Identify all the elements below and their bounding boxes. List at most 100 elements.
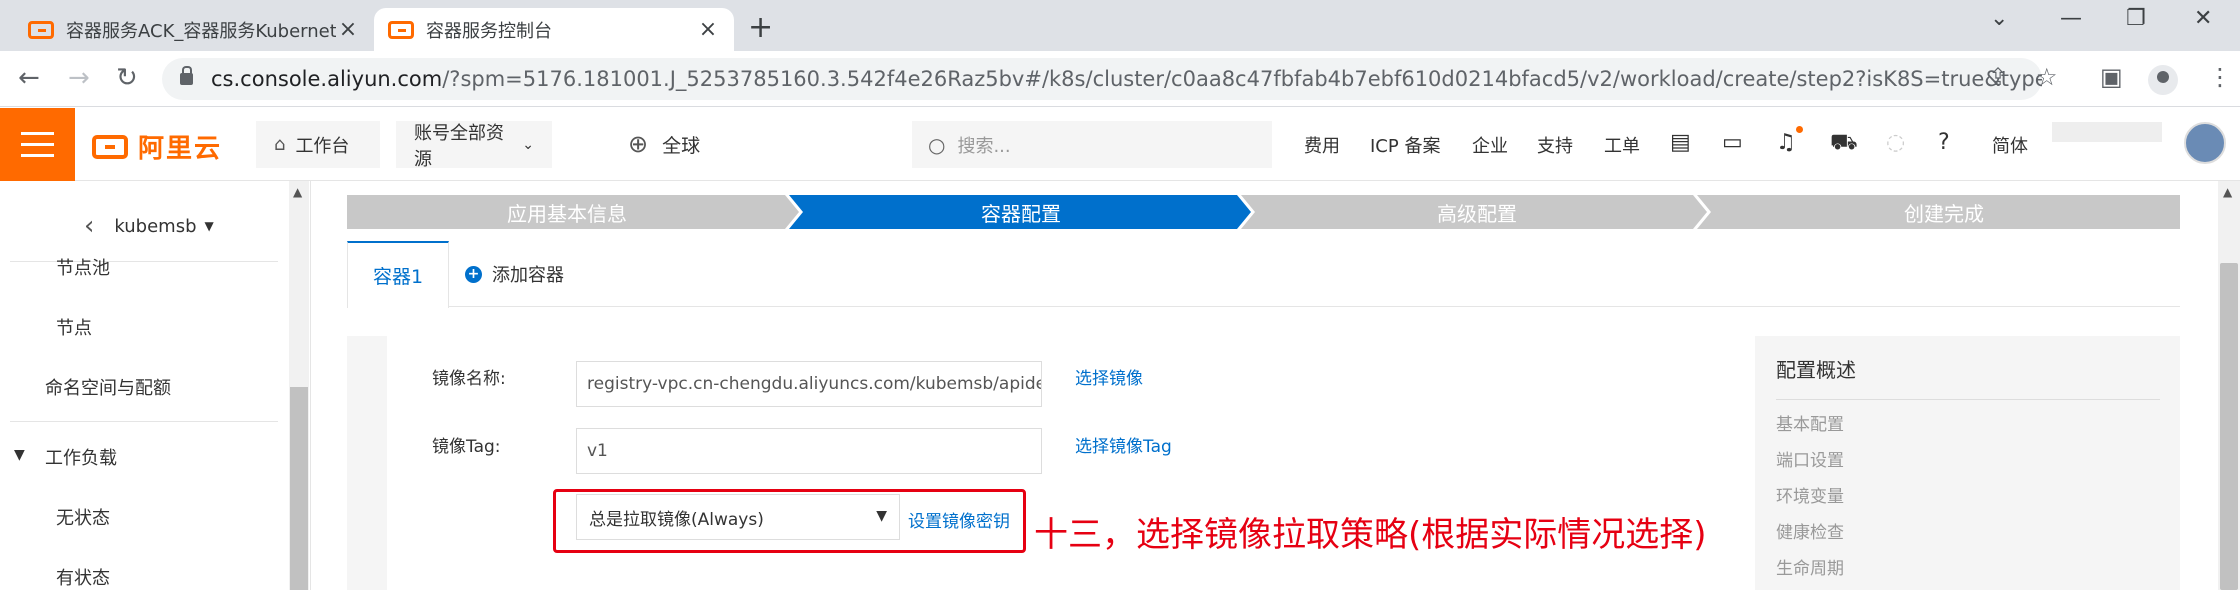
terminal-icon[interactable]: ▭ <box>1722 130 1743 155</box>
browser-tab-strip: 容器服务ACK_容器服务Kubernetes × 容器服务控制台 × + ⌄ —… <box>0 0 2240 51</box>
aliyun-logo[interactable]: 阿里云 <box>92 128 222 165</box>
aliyun-favicon-icon <box>28 20 54 39</box>
url-path: /?spm=5176.181001.J_5253785160.3.542f4e2… <box>442 67 2042 91</box>
browser-toolbar: ← → ↻ cs.console.aliyun.com /?spm=5176.1… <box>0 51 2240 107</box>
lock-icon[interactable] <box>180 66 194 85</box>
minimize-icon[interactable]: — <box>2060 6 2082 31</box>
lightbulb-icon[interactable]: ◌ <box>1886 130 1905 155</box>
close-window-icon[interactable]: ✕ <box>2194 6 2212 31</box>
cluster-switcher[interactable]: ‹ kubemsb ▼ <box>84 211 214 241</box>
sidebar-item-statefulsets[interactable]: 有状态 <box>56 564 110 590</box>
sidebar-divider <box>10 421 278 422</box>
aliyun-favicon-icon <box>388 20 414 39</box>
image-name-input[interactable]: registry-vpc.cn-chengdu.aliyuncs.com/kub… <box>576 361 1042 407</box>
select-image-link[interactable]: 选择镜像 <box>1075 364 1143 389</box>
summary-item-lifecycle[interactable]: 生命周期 <box>1776 554 1844 579</box>
account-name-blurred[interactable] <box>2052 122 2162 142</box>
app-icon[interactable]: ▤ <box>1670 130 1691 155</box>
image-tag-label: 镜像Tag: <box>432 437 501 457</box>
step-advanced-config: 高级配置 <box>1437 201 1517 226</box>
restore-icon[interactable]: ❐ <box>2126 6 2146 31</box>
caret-down-icon: ▼ <box>204 219 214 233</box>
summary-item-ports[interactable]: 端口设置 <box>1776 446 1844 471</box>
scroll-up-icon[interactable]: ▲ <box>2223 185 2232 199</box>
address-bar[interactable]: cs.console.aliyun.com /?spm=5176.181001.… <box>162 58 2042 100</box>
hamburger-menu-icon[interactable] <box>0 108 75 181</box>
reload-icon[interactable]: ↻ <box>116 63 138 93</box>
annotation-highlight-box <box>553 489 1026 553</box>
annotation-text: 十三，选择镜像拉取策略(根据实际情况选择) <box>1034 515 1707 555</box>
profile-icon[interactable] <box>2148 65 2178 95</box>
tab-title: 容器服务控制台 <box>426 20 552 42</box>
scrollbar-thumb[interactable] <box>290 387 308 590</box>
globe-icon: ⊕ <box>628 130 649 158</box>
sidebar-item-node-pool[interactable]: 节点池 <box>56 254 110 280</box>
close-tab-icon[interactable]: × <box>696 17 720 42</box>
forward-icon[interactable]: → <box>68 63 90 93</box>
tab-container-1[interactable]: 容器1 <box>347 241 449 308</box>
config-summary-panel: 配置概述 基本配置 端口设置 环境变量 健康检查 生命周期 <box>1755 336 2180 590</box>
sidebar: ‹ kubemsb ▼ 节点池 节点 命名空间与配额 ▼ 工作负载 无状态 有状… <box>0 181 311 590</box>
home-icon: ⌂ <box>274 134 286 155</box>
menu-dots-icon[interactable]: ⋮ <box>2208 63 2232 91</box>
bell-icon[interactable]: ♫ <box>1776 130 1796 155</box>
region-selector[interactable]: ⊕ 全球 <box>628 130 700 158</box>
scrollbar-thumb[interactable] <box>2220 263 2238 590</box>
search-icon: ○ <box>928 132 946 157</box>
nav-link-enterprise[interactable]: 企业 <box>1472 132 1508 158</box>
sidebar-scrollbar[interactable]: ▲ <box>289 181 309 590</box>
nav-link-icp[interactable]: ICP 备案 <box>1370 132 1440 158</box>
container-tabs: 容器1 + 添加容器 <box>347 241 2180 308</box>
tab-search-icon[interactable]: ⌄ <box>1990 6 2008 31</box>
add-container-label: 添加容器 <box>492 265 564 286</box>
workbench-button[interactable]: ⌂ 工作台 <box>256 121 380 168</box>
nav-link-support[interactable]: 支持 <box>1537 132 1573 158</box>
logo-text: 阿里云 <box>138 134 223 164</box>
collapse-caret-icon[interactable]: ▼ <box>14 447 25 463</box>
side-panel-icon[interactable]: ▣ <box>2100 63 2123 91</box>
image-tag-input[interactable]: v1 <box>576 428 1042 474</box>
resource-scope-dropdown[interactable]: 账号全部资源 ⌄ <box>396 121 552 170</box>
cluster-name: kubemsb <box>114 215 197 237</box>
nav-link-billing[interactable]: 费用 <box>1304 132 1340 158</box>
close-tab-icon[interactable]: × <box>336 17 360 42</box>
browser-tab-ack[interactable]: 容器服务ACK_容器服务Kubernetes × <box>14 8 374 51</box>
back-chevron-icon[interactable]: ‹ <box>84 211 94 241</box>
scroll-up-icon[interactable]: ▲ <box>293 185 302 199</box>
sidebar-divider <box>10 261 278 262</box>
chevron-down-icon: ⌄ <box>522 136 534 153</box>
workbench-label: 工作台 <box>295 135 350 157</box>
resource-scope-label: 账号全部资源 <box>414 122 504 170</box>
browser-tab-console[interactable]: 容器服务控制台 × <box>374 8 734 51</box>
aliyun-logo-icon <box>92 134 128 159</box>
url-host: cs.console.aliyun.com <box>211 67 443 91</box>
cart-icon[interactable]: ⛟ <box>1830 130 1858 158</box>
tab-title: 容器服务ACK_容器服务Kubernetes <box>66 20 336 42</box>
nav-link-ticket[interactable]: 工单 <box>1604 132 1640 158</box>
image-name-label: 镜像名称: <box>432 369 506 389</box>
share-icon[interactable]: ⇪ <box>1988 63 2008 91</box>
sidebar-item-namespaces[interactable]: 命名空间与配额 <box>45 374 171 400</box>
summary-item-health[interactable]: 健康检查 <box>1776 518 1844 543</box>
summary-title: 配置概述 <box>1776 358 1856 382</box>
help-icon[interactable]: ? <box>1938 130 1950 155</box>
bookmark-star-icon[interactable]: ☆ <box>2036 63 2058 91</box>
language-switch[interactable]: 简体 <box>1992 132 2028 158</box>
summary-item-env[interactable]: 环境变量 <box>1776 482 1844 507</box>
summary-divider <box>1776 399 2160 400</box>
console-search-input[interactable]: ○ 搜索... <box>912 121 1272 168</box>
sidebar-item-deployments[interactable]: 无状态 <box>56 504 110 530</box>
summary-item-basic[interactable]: 基本配置 <box>1776 410 1844 435</box>
back-icon[interactable]: ← <box>18 63 40 93</box>
new-tab-icon[interactable]: + <box>748 10 773 45</box>
sidebar-item-nodes[interactable]: 节点 <box>56 314 92 340</box>
add-container-button[interactable]: + 添加容器 <box>465 261 564 287</box>
select-image-tag-link[interactable]: 选择镜像Tag <box>1075 432 1172 457</box>
user-avatar[interactable] <box>2184 122 2226 164</box>
region-label: 全球 <box>662 134 701 157</box>
console-header: 阿里云 ⌂ 工作台 账号全部资源 ⌄ ⊕ 全球 ○ 搜索... 费用 ICP 备… <box>0 108 2240 181</box>
step-basic-info: 应用基本信息 <box>507 201 627 226</box>
add-circle-icon: + <box>465 265 482 283</box>
sidebar-item-workloads[interactable]: 工作负载 <box>45 444 117 470</box>
page-scrollbar[interactable]: ▲ <box>2218 181 2240 590</box>
